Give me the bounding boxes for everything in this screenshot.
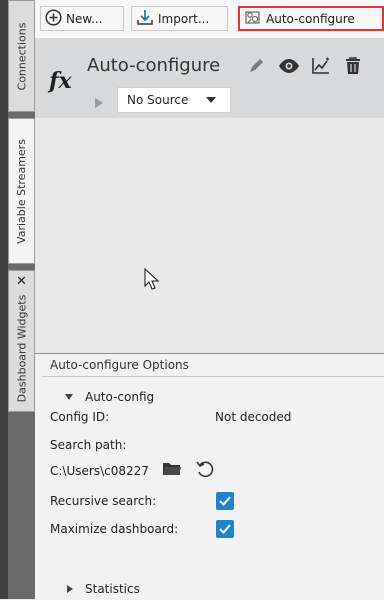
tab-variable-streamers[interactable]: Variable Streamers: [8, 118, 35, 264]
recursive-search-label: Recursive search:: [50, 494, 157, 508]
eye-icon[interactable]: [278, 57, 300, 78]
toolbar: New... Import... Auto-configure: [35, 0, 384, 38]
trash-icon[interactable]: [344, 57, 362, 78]
close-icon[interactable]: ✕: [9, 274, 34, 289]
reset-icon[interactable]: [195, 459, 215, 482]
expand-triangle-icon: [65, 394, 73, 400]
new-button[interactable]: New...: [40, 6, 124, 31]
recursive-search-checkbox[interactable]: [216, 492, 234, 510]
vertical-tab-rail: Connections Variable Streamers ✕ Dashboa…: [8, 0, 35, 599]
auto-config-section-toggle[interactable]: Auto-config: [65, 390, 154, 404]
play-icon[interactable]: [95, 98, 103, 108]
source-select[interactable]: No Source: [117, 87, 231, 113]
maximize-dashboard-label: Maximize dashboard:: [50, 522, 179, 536]
import-button[interactable]: Import...: [131, 6, 228, 31]
tab-connections-label: Connections: [15, 22, 29, 90]
left-edge-strip: [0, 0, 8, 599]
config-id-label: Config ID:: [50, 410, 110, 424]
download-icon: [136, 9, 154, 29]
import-button-label: Import...: [158, 11, 210, 26]
widget-card: fx Auto-configure No Source: [35, 38, 384, 118]
options-panel: Auto-configure Options Auto-config Confi…: [35, 353, 384, 600]
auto-config-section-label: Auto-config: [85, 390, 155, 404]
main-panel: New... Import... Auto-configure fx Auto-…: [35, 0, 384, 600]
auto-configure-button-label: Auto-configure: [266, 11, 355, 26]
tab-dashboard-widgets[interactable]: ✕ Dashboard Widgets: [8, 270, 35, 412]
tab-connections[interactable]: Connections: [8, 0, 35, 112]
mouse-cursor-icon: [144, 267, 160, 293]
statistics-section-toggle[interactable]: Statistics: [67, 582, 140, 596]
tab-dashboard-widgets-label: Dashboard Widgets: [15, 294, 28, 402]
chart-icon[interactable]: [311, 57, 331, 78]
auto-configure-icon: [244, 9, 262, 29]
function-symbol: fx: [49, 68, 72, 94]
statistics-section-label: Statistics: [85, 582, 140, 596]
widget-title: Auto-configure: [87, 55, 221, 76]
tab-variable-streamers-label: Variable Streamers: [15, 138, 29, 244]
widget-canvas[interactable]: [35, 118, 384, 353]
config-id-value: Not decoded: [215, 410, 292, 424]
search-path-value: C:\Users\c08227: [50, 464, 149, 478]
chevron-down-icon: [206, 97, 216, 103]
plus-circle-icon: [45, 8, 62, 29]
collapse-triangle-icon: [67, 585, 73, 593]
options-divider: [42, 376, 384, 377]
maximize-dashboard-checkbox[interactable]: [216, 520, 234, 538]
auto-configure-button[interactable]: Auto-configure: [238, 6, 384, 31]
new-button-label: New...: [66, 11, 103, 26]
search-path-label: Search path:: [50, 438, 127, 452]
folder-icon[interactable]: [162, 461, 182, 480]
options-title: Auto-configure Options: [50, 358, 189, 372]
pencil-icon[interactable]: [247, 57, 265, 78]
source-select-value: No Source: [127, 93, 189, 107]
